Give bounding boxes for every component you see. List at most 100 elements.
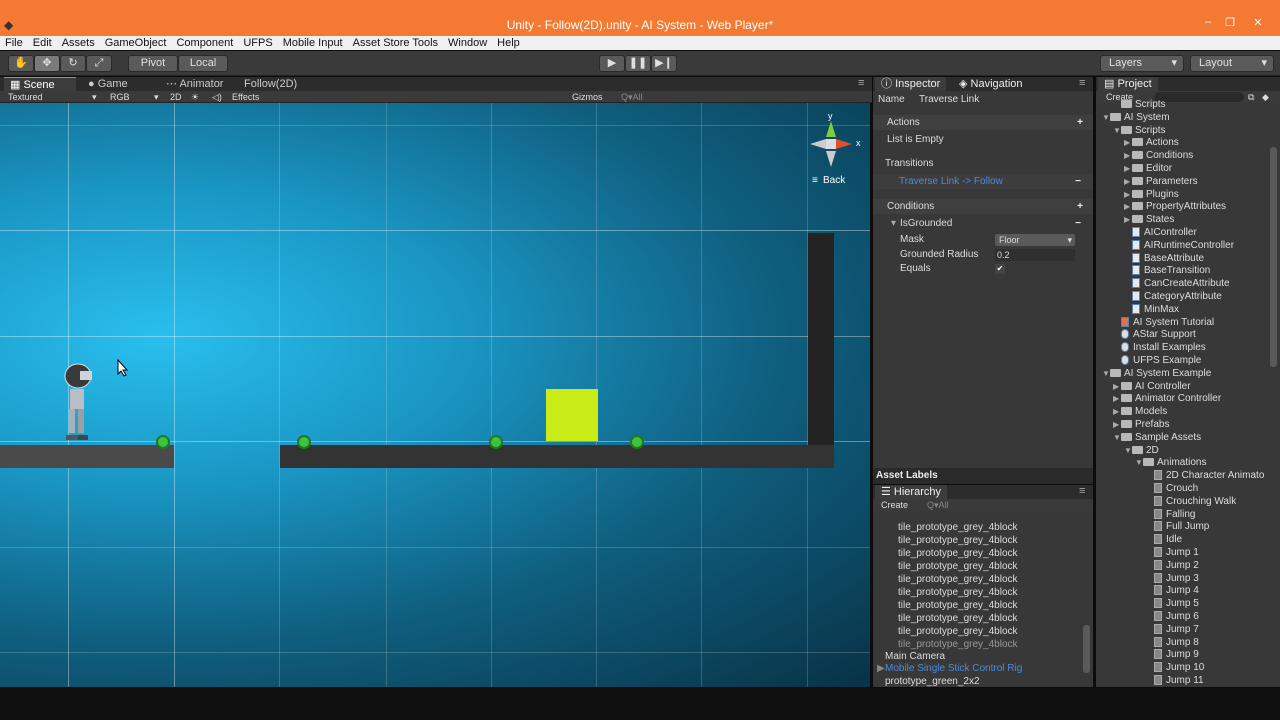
- layers-dropdown[interactable]: Layers ▾: [1100, 55, 1184, 72]
- project-item[interactable]: ▼ Scripts: [1113, 125, 1166, 136]
- project-item[interactable]: ▶ AI Controller: [1113, 381, 1191, 392]
- project-item[interactable]: ▶ Plugins: [1124, 189, 1179, 200]
- project-item[interactable]: ▼ 2D: [1124, 445, 1159, 456]
- menu-window[interactable]: Window: [443, 36, 492, 50]
- project-item[interactable]: Scripts: [1113, 99, 1166, 110]
- project-item[interactable]: Jump 11: [1146, 675, 1204, 686]
- chevron-right-icon[interactable]: ▶: [1124, 190, 1132, 199]
- menu-gameobject[interactable]: GameObject: [100, 36, 172, 50]
- project-item[interactable]: 2D Character Animato: [1146, 470, 1264, 481]
- waypoint-marker[interactable]: [489, 435, 503, 449]
- project-item[interactable]: Idle: [1146, 534, 1182, 545]
- pause-button[interactable]: ❚❚: [625, 55, 651, 72]
- prototype-item[interactable]: prototype_green_2x2: [885, 676, 980, 687]
- tab-navigation[interactable]: ◈ Navigation: [953, 77, 1029, 91]
- project-scrollbar[interactable]: [1270, 147, 1277, 367]
- waypoint-marker[interactable]: [630, 435, 644, 449]
- project-item[interactable]: BaseAttribute: [1124, 252, 1204, 264]
- project-item[interactable]: ▼ AI System Example: [1102, 368, 1211, 379]
- name-field[interactable]: Traverse Link: [919, 94, 979, 105]
- list-item[interactable]: tile_prototype_grey_4block: [898, 626, 1018, 637]
- play-button[interactable]: ▶: [599, 55, 625, 72]
- chevron-right-icon[interactable]: ▶: [1124, 177, 1132, 186]
- chevron-down-icon[interactable]: ▼: [1124, 446, 1132, 455]
- waypoint-marker[interactable]: [297, 435, 311, 449]
- list-item[interactable]: tile_prototype_grey_4block: [898, 574, 1018, 585]
- project-item[interactable]: AStar Support: [1113, 329, 1196, 340]
- remove-transition-button[interactable]: −: [1075, 174, 1081, 189]
- project-item[interactable]: CanCreateAttribute: [1124, 278, 1230, 289]
- panel-menu-icon[interactable]: ≡: [858, 77, 864, 89]
- 2d-toggle[interactable]: 2D: [170, 91, 182, 103]
- panel-menu-icon[interactable]: ≡: [1079, 77, 1085, 89]
- chevron-down-icon[interactable]: ▼: [1113, 433, 1121, 442]
- list-item[interactable]: tile_prototype_grey_4block: [898, 613, 1018, 624]
- effects-dropdown[interactable]: Effects: [232, 91, 259, 103]
- mask-dropdown[interactable]: Floor ▾: [995, 234, 1075, 246]
- project-item[interactable]: Jump 6: [1146, 611, 1199, 622]
- chevron-right-icon[interactable]: ▶: [1113, 382, 1121, 391]
- view-label-back[interactable]: Back: [823, 175, 845, 186]
- menu-ufps[interactable]: UFPS: [238, 36, 277, 50]
- project-item[interactable]: ▶ Editor: [1124, 163, 1172, 174]
- main-camera-item[interactable]: Main Camera: [885, 651, 945, 662]
- close-button[interactable]: ✕: [1250, 16, 1266, 30]
- project-item[interactable]: ▶ Models: [1113, 406, 1167, 417]
- project-item[interactable]: Jump 2: [1146, 559, 1199, 571]
- radius-field[interactable]: 0.2: [995, 249, 1075, 261]
- filter-by-type-icon[interactable]: ⧉: [1248, 91, 1254, 103]
- gizmos-dropdown[interactable]: Gizmos: [572, 91, 603, 103]
- list-item[interactable]: tile_prototype_grey_4block: [898, 561, 1018, 572]
- chevron-right-icon[interactable]: ▶: [1124, 151, 1132, 160]
- project-item[interactable]: Jump 5: [1146, 598, 1199, 609]
- menu-asset-store-tools[interactable]: Asset Store Tools: [348, 36, 443, 50]
- menu-assets[interactable]: Assets: [57, 36, 100, 50]
- project-item[interactable]: Falling: [1146, 508, 1195, 520]
- project-item[interactable]: Jump 4: [1146, 585, 1199, 596]
- minimize-button[interactable]: –: [1200, 16, 1216, 30]
- pivot-toggle[interactable]: Pivot: [128, 55, 178, 72]
- draw-mode-dropdown[interactable]: Textured: [8, 91, 43, 103]
- chevron-right-icon[interactable]: ▶: [1113, 394, 1121, 403]
- list-item[interactable]: tile_prototype_grey_4block: [898, 600, 1018, 611]
- tab-follow-2d[interactable]: Follow(2D): [238, 77, 318, 91]
- project-item[interactable]: ▶ Prefabs: [1113, 419, 1169, 430]
- list-item[interactable]: tile_prototype_grey_4block: [898, 639, 1018, 650]
- project-item[interactable]: ▶ Parameters: [1124, 176, 1198, 187]
- tab-scene[interactable]: ▦ Scene: [4, 77, 76, 91]
- chevron-down-icon[interactable]: ▼: [1135, 458, 1143, 467]
- tab-hierarchy[interactable]: ☰ Hierarchy: [875, 485, 947, 499]
- mobile-rig-item[interactable]: Mobile Single Stick Control Rig: [885, 663, 1022, 674]
- project-item[interactable]: MinMax: [1124, 303, 1179, 315]
- project-item[interactable]: ▶ PropertyAttributes: [1124, 201, 1226, 212]
- chevron-right-icon[interactable]: ▶: [1124, 202, 1132, 211]
- chevron-down-icon[interactable]: ▼: [1113, 126, 1121, 135]
- project-item[interactable]: ▼ AI System: [1102, 112, 1170, 123]
- hierarchy-create-button[interactable]: Create: [881, 499, 908, 511]
- chevron-right-icon[interactable]: ▶: [1124, 138, 1132, 147]
- chevron-right-icon[interactable]: ▶: [1124, 215, 1132, 224]
- step-button[interactable]: ▶❙: [651, 55, 677, 72]
- waypoint-marker[interactable]: [156, 435, 170, 449]
- local-toggle[interactable]: Local: [178, 55, 228, 72]
- render-mode-dropdown[interactable]: RGB: [110, 91, 130, 103]
- project-item[interactable]: AI System Tutorial: [1113, 316, 1214, 328]
- filter-by-label-icon[interactable]: ◆: [1262, 91, 1269, 103]
- menu-edit[interactable]: Edit: [28, 36, 57, 50]
- tab-game[interactable]: ● Game: [82, 77, 152, 91]
- chevron-right-icon[interactable]: ▶: [1124, 164, 1132, 173]
- project-item[interactable]: CategoryAttribute: [1124, 291, 1222, 302]
- hand-tool-button[interactable]: ✋: [8, 55, 34, 72]
- scene-search-input[interactable]: Q▾All: [621, 91, 643, 103]
- project-item[interactable]: Jump 7: [1146, 623, 1199, 635]
- layout-dropdown[interactable]: Layout ▾: [1190, 55, 1274, 72]
- hierarchy-search-input[interactable]: Q▾All: [927, 499, 949, 511]
- project-item[interactable]: Crouch: [1146, 483, 1198, 494]
- list-item[interactable]: tile_prototype_grey_4block: [898, 548, 1018, 559]
- project-item[interactable]: ▼ Animations: [1135, 457, 1206, 468]
- asset-labels-header[interactable]: Asset Labels: [873, 468, 1093, 484]
- audio-toggle-icon[interactable]: ◁): [212, 91, 222, 103]
- project-item[interactable]: UFPS Example: [1113, 355, 1201, 366]
- project-search-input[interactable]: [1154, 92, 1244, 102]
- chevron-right-icon[interactable]: ▶: [1113, 407, 1121, 416]
